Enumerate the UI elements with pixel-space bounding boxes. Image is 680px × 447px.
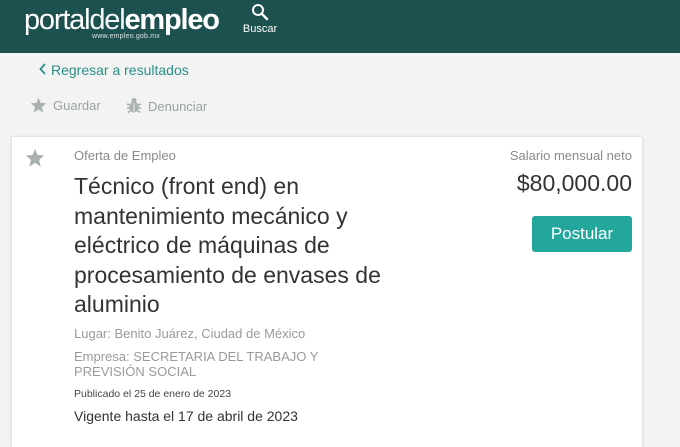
published-date: Publicado el 25 de enero de 2023 [74, 388, 232, 400]
bug-icon [126, 98, 142, 114]
save-label: Guardar [53, 98, 101, 113]
job-offer-card: Oferta de Empleo Técnico (front end) en … [12, 137, 642, 447]
top-header: portaldelempleo www.empleo.gob.mx Buscar [0, 0, 680, 53]
save-button[interactable]: Guardar [30, 97, 101, 113]
search-label: Buscar [242, 23, 278, 35]
search-button[interactable]: Buscar [239, 3, 281, 43]
job-company: Empresa: SECRETARIA DEL TRABAJO Y PREVIS… [74, 349, 319, 379]
back-link-label: Regresar a resultados [51, 62, 189, 78]
back-to-results-link[interactable]: Regresar a resultados [39, 62, 189, 78]
star-icon [30, 97, 47, 113]
search-icon [252, 4, 269, 21]
valid-until-date: Vigente hasta el 17 de abril de 2023 [74, 408, 298, 424]
portal-del-empleo-logo[interactable]: portaldelempleo www.empleo.gob.mx [24, 3, 220, 40]
star-icon [25, 148, 45, 167]
report-button[interactable]: Denunciar [126, 97, 207, 114]
chevron-left-icon [39, 63, 46, 75]
offer-type-label: Oferta de Empleo [74, 148, 176, 163]
favorite-star-button[interactable] [25, 148, 45, 172]
apply-button[interactable]: Postular [532, 216, 632, 252]
report-label: Denunciar [148, 99, 208, 114]
salary-amount: $80,000.00 [516, 170, 632, 196]
salary-label: Salario mensual neto [509, 148, 632, 163]
logo-wordmark: portaldelempleo [24, 3, 220, 37]
logo-part-portal: portal [24, 4, 91, 36]
logo-part-empleo: empleo [124, 4, 220, 36]
logo-part-del: del [89, 4, 125, 36]
logo-url: www.empleo.gob.mx [92, 33, 160, 40]
job-title: Técnico (front end) en mantenimiento mec… [74, 173, 381, 317]
job-location: Lugar: Benito Juárez, Ciudad de México [74, 326, 306, 341]
